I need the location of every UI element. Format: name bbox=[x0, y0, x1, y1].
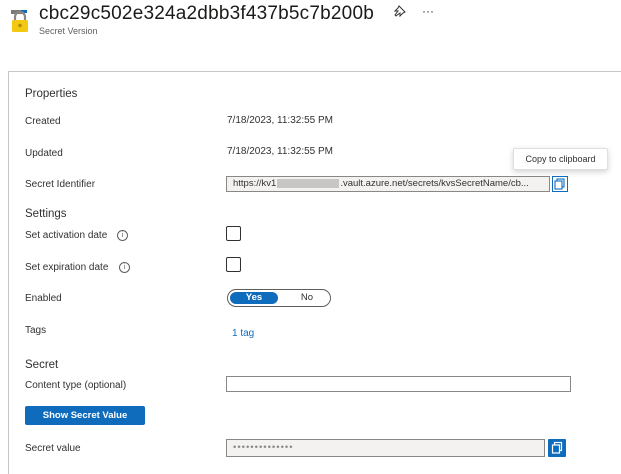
tags-label: Tags bbox=[25, 325, 47, 336]
pin-icon[interactable] bbox=[393, 5, 406, 18]
show-secret-value-button[interactable]: Show Secret Value bbox=[25, 406, 145, 425]
identifier-text-end: .vault.azure.net/secrets/kvsSecretName/c… bbox=[340, 178, 529, 189]
activation-date-label: Set activation date bbox=[25, 230, 108, 241]
secret-section-heading: Secret bbox=[25, 359, 59, 371]
copy-secret-value-button[interactable] bbox=[548, 439, 566, 457]
copy-identifier-button[interactable] bbox=[552, 176, 568, 192]
created-label: Created bbox=[25, 116, 61, 127]
content-type-label: Content type (optional) bbox=[25, 380, 127, 391]
copy-tooltip: Copy to clipboard bbox=[513, 148, 608, 170]
copy-icon bbox=[551, 441, 563, 454]
tags-link[interactable]: 1 tag bbox=[232, 328, 254, 339]
activation-date-checkbox[interactable] bbox=[226, 226, 241, 241]
updated-value: 7/18/2023, 11:32:55 PM bbox=[227, 146, 334, 157]
created-value: 7/18/2023, 11:32:55 PM bbox=[227, 115, 334, 126]
expiration-info-icon[interactable]: i bbox=[119, 262, 130, 273]
identifier-text-start: https://kv1 bbox=[233, 178, 277, 189]
enabled-yes-option[interactable]: Yes bbox=[230, 292, 278, 304]
copy-icon bbox=[554, 178, 565, 190]
page-subtitle: Secret Version bbox=[39, 26, 98, 36]
properties-section-heading: Properties bbox=[25, 88, 78, 100]
enabled-label: Enabled bbox=[25, 293, 62, 304]
activation-info-icon[interactable]: i bbox=[117, 230, 128, 241]
redacted-segment bbox=[277, 178, 340, 188]
secret-identifier-field[interactable]: https://kv1 .vault.azure.net/secrets/kvsS… bbox=[226, 176, 550, 192]
content-type-input[interactable] bbox=[226, 376, 571, 392]
settings-section-heading: Settings bbox=[25, 208, 67, 220]
page-title: cbc29c502e324a2dbb3f437b5c7b200b bbox=[39, 3, 374, 24]
expiration-date-label: Set expiration date bbox=[25, 262, 109, 273]
secret-value-field[interactable]: •••••••••••••• bbox=[226, 439, 545, 457]
expiration-date-checkbox[interactable] bbox=[226, 257, 241, 272]
secret-identifier-label: Secret Identifier bbox=[25, 179, 96, 190]
enabled-toggle[interactable]: Yes No bbox=[227, 289, 331, 307]
enabled-no-option[interactable]: No bbox=[290, 292, 324, 304]
key-vault-secret-icon bbox=[9, 7, 31, 33]
more-actions-button[interactable]: ··· bbox=[422, 4, 434, 18]
secret-value-label: Secret value bbox=[25, 443, 81, 454]
updated-label: Updated bbox=[25, 148, 63, 159]
